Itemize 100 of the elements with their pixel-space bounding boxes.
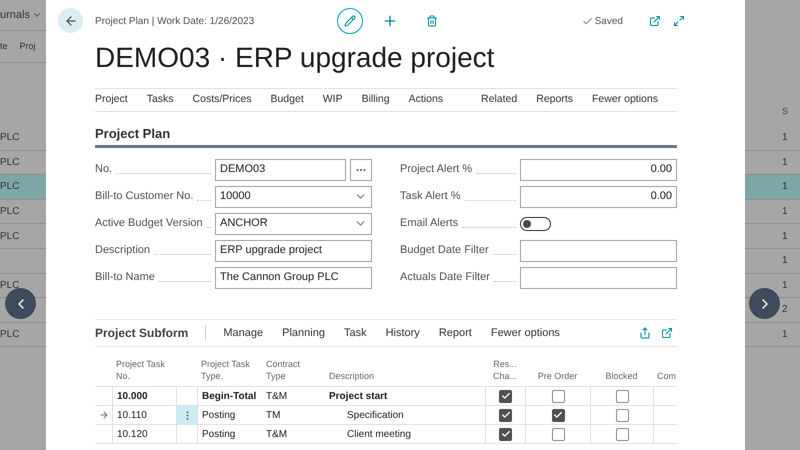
field-label: Description — [95, 243, 150, 258]
table-cell-text: 10.120 — [117, 428, 148, 442]
plus-icon — [382, 13, 398, 29]
menu-tab[interactable]: WIP — [322, 92, 343, 108]
menu-tab[interactable]: Fewer options — [592, 92, 658, 108]
table-cell-text: 10.000 — [117, 390, 148, 404]
menu-tab[interactable]: Manage — [223, 324, 264, 342]
field-label: Email Alerts — [400, 216, 458, 232]
expand-button[interactable] — [673, 15, 685, 27]
arrow-icon — [98, 410, 108, 420]
list-cell-text: PLC — [0, 156, 20, 170]
menu-tab[interactable]: Project — [95, 92, 128, 108]
column-header[interactable]: Pre Order — [529, 370, 586, 382]
checkbox[interactable] — [499, 408, 512, 422]
checkbox[interactable] — [552, 408, 564, 422]
menu-tab[interactable]: Billing — [362, 92, 390, 108]
checkbox[interactable] — [616, 428, 628, 440]
list-cell-text: PLC — [0, 328, 20, 342]
edit-button[interactable] — [337, 8, 363, 34]
list-cell-text: 1 — [782, 230, 788, 244]
table-cell-text: Project start — [329, 390, 388, 404]
trash-icon — [426, 15, 438, 27]
checkbox[interactable] — [552, 390, 564, 402]
check-icon — [582, 16, 593, 26]
menu-tab[interactable]: Fewer options — [490, 324, 560, 342]
field-label: Task Alert % — [400, 189, 461, 204]
toggle-switch[interactable] — [520, 216, 551, 230]
dropdown-field[interactable]: ANCHOR — [215, 212, 372, 234]
lookup-button[interactable] — [350, 158, 372, 180]
field-label: Bill-to Customer No. — [95, 189, 194, 204]
table-cell-text: Posting — [202, 408, 236, 422]
section-heading: Project Plan — [95, 124, 170, 143]
input-field[interactable]: 0.00 — [520, 158, 677, 180]
table-cell-text: Posting — [202, 428, 236, 442]
list-cell-text: 1 — [782, 131, 788, 146]
table-cell-text: T&M — [266, 428, 288, 442]
checkbox[interactable] — [616, 408, 628, 422]
checkbox[interactable] — [499, 390, 512, 402]
field-label: Project Alert % — [400, 162, 472, 178]
open-new-window-icon[interactable] — [661, 327, 673, 339]
back-button[interactable] — [58, 8, 83, 33]
checkbox[interactable] — [499, 428, 512, 440]
open-new-window-button[interactable] — [649, 15, 661, 27]
table-row[interactable]: 10.120 Posting T&M Client meeting — [95, 425, 677, 444]
table-row[interactable]: 10.000 Begin-Total T&M Project start — [95, 387, 677, 406]
input-field[interactable]: ERP upgrade project — [215, 240, 372, 262]
table-cell-text: Client meeting — [347, 428, 411, 442]
menu-tab[interactable]: Budget — [270, 92, 304, 108]
table-cell-text: Begin-Total — [202, 390, 256, 404]
menu-tab[interactable]: History — [386, 324, 420, 342]
field-label: Bill-to Name — [95, 270, 155, 286]
column-header[interactable]: Project Task Type. — [201, 358, 258, 382]
dropdown-field[interactable]: 10000 — [215, 186, 372, 208]
input-field[interactable] — [520, 266, 677, 288]
column-header[interactable]: Res... Cha... — [489, 358, 521, 382]
field-label: Active Budget Version — [95, 216, 203, 232]
menu-tab[interactable]: Tasks — [146, 92, 174, 108]
field-label: Actuals Date Filter — [400, 270, 490, 286]
field-label: No. — [95, 162, 112, 178]
column-header[interactable]: Com — [657, 370, 673, 382]
breadcrumb: Project Plan | Work Date: 1/26/2023 — [95, 14, 256, 28]
list-cell-text: PLC — [0, 278, 20, 293]
list-cell-text: 1 — [782, 278, 788, 293]
menu-tab[interactable]: Related — [481, 92, 518, 108]
input-field[interactable]: The Cannon Group PLC — [215, 266, 372, 288]
menu-tab[interactable]: Planning — [282, 324, 325, 342]
menu-tab[interactable]: Costs/Prices — [192, 92, 252, 108]
menu-tab[interactable]: Actions — [408, 92, 444, 108]
expand-icon — [673, 15, 685, 27]
menu-tab[interactable]: Report — [438, 324, 472, 342]
table-row[interactable]: 10.110 Posting TM Specification — [95, 406, 677, 425]
column-header: S — [782, 104, 788, 118]
checkbox[interactable] — [552, 428, 564, 440]
column-header[interactable]: Description — [329, 370, 481, 382]
input-field[interactable]: 0.00 — [520, 186, 677, 208]
table-cell-text: T&M — [266, 390, 288, 404]
list-cell-text: 1 — [782, 180, 788, 194]
save-status: Saved — [594, 14, 623, 28]
list-cell-text: PLC — [0, 131, 20, 146]
list-cell-text: 1 — [782, 328, 788, 342]
list-cell-text: 1 — [782, 205, 788, 220]
column-header[interactable]: Contract Type — [266, 358, 321, 382]
menu-item[interactable]: urnals — [0, 6, 30, 24]
action-item[interactable]: te — [0, 40, 8, 54]
table-cell-text: Specification — [347, 408, 404, 422]
list-cell-text: PLC — [0, 180, 20, 194]
share-icon[interactable] — [639, 327, 651, 339]
menu-tab[interactable]: Task — [344, 324, 367, 342]
menu-tab[interactable]: Reports — [536, 92, 574, 108]
subform-title: Project Subform — [95, 325, 188, 342]
input-field[interactable]: DEMO03 — [215, 158, 346, 180]
list-cell-text: PLC — [0, 205, 20, 220]
action-item[interactable]: Proj — [20, 40, 36, 54]
list-cell-text: 1 — [782, 254, 788, 268]
input-field[interactable] — [520, 240, 677, 262]
column-header[interactable]: Blocked — [594, 370, 649, 382]
checkbox[interactable] — [616, 390, 628, 402]
page-title: DEMO03 · ERP upgrade project — [95, 42, 496, 75]
pencil-icon — [344, 15, 356, 27]
column-header[interactable]: Project Task No. — [116, 358, 172, 382]
